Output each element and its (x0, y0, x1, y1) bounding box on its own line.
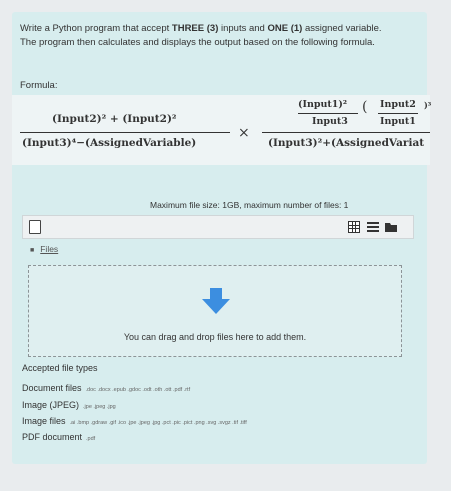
type-extensions: .pdf (86, 436, 96, 442)
files-tree-item[interactable]: ■ Files (30, 244, 58, 254)
question-text: Write a Python program that accept THREE… (20, 22, 390, 50)
download-arrow-icon (202, 288, 230, 314)
fraction2-inner2-bar (378, 113, 418, 114)
accepted-type-row: Document files .doc .docx .epub .gdoc .od… (22, 383, 190, 393)
type-name: Document files (22, 383, 82, 393)
drop-zone[interactable]: You can drag and drop files here to add … (28, 265, 402, 357)
question-bold-2: ONE (1) (267, 23, 303, 34)
accepted-type-row: PDF document .pdf (22, 432, 95, 442)
type-name: PDF document (22, 432, 83, 442)
folder-view-icon[interactable] (385, 221, 397, 233)
fraction2-inner1-bar (298, 113, 358, 114)
folder-icon: ■ (30, 247, 35, 254)
fraction1-denominator: (Input3)⁴−(AssignedVariable) (22, 137, 197, 149)
times-sign: × (238, 125, 250, 141)
question-part-1: Write a Python program that accept (20, 23, 172, 34)
fraction2-denominator: (Input3)²+(AssignedVariat (268, 137, 425, 149)
fraction1-numerator: (Input2)² + (Input2)² (52, 113, 177, 125)
type-name: Image files (22, 416, 66, 426)
fraction2-inner2-top: Input2 (380, 99, 416, 110)
max-file-size-text: Maximum file size: 1GB, maximum number o… (150, 200, 349, 210)
fraction2-exponent: )³ (424, 100, 432, 110)
formula-label: Formula: (20, 80, 58, 91)
fraction2-inner2-bottom: Input1 (380, 116, 416, 127)
fraction2-paren: ( (362, 99, 368, 115)
list-view-icon[interactable] (367, 221, 379, 233)
fraction2-bar (262, 132, 430, 133)
accepted-type-row: Image (JPEG) .jpe .jpeg .jpg (22, 400, 116, 410)
drop-zone-text: You can drag and drop files here to add … (123, 332, 307, 342)
fraction2-inner1-bottom: Input3 (312, 116, 348, 127)
filepicker-toolbar (22, 215, 414, 239)
formula-image: (Input2)² + (Input2)² (Input3)⁴−(Assigne… (12, 95, 432, 165)
type-extensions: .doc .docx .epub .gdoc .odt .oth .ott .p… (85, 387, 191, 393)
add-file-icon[interactable] (29, 220, 41, 234)
accepted-types-title: Accepted file types (22, 363, 98, 373)
type-extensions: .jpe .jpeg .jpg (83, 404, 116, 410)
accepted-type-row: Image files .ai .bmp .gdraw .gif .ico .jp… (22, 416, 247, 426)
type-extensions: .ai .bmp .gdraw .gif .ico .jpe .jpeg .jp… (69, 420, 247, 426)
fraction2-inner1-top: (Input1)² (298, 99, 348, 110)
question-bold-1: THREE (3) (171, 23, 219, 34)
question-part-2: inputs and (218, 23, 268, 34)
type-name: Image (JPEG) (22, 400, 80, 410)
grid-view-icon[interactable] (348, 221, 360, 233)
files-label: Files (40, 244, 59, 254)
fraction1-bar (20, 132, 230, 133)
